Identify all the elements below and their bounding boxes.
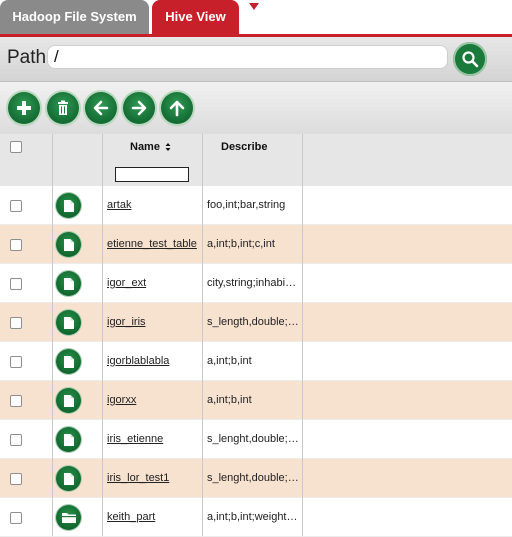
file-icon <box>63 316 74 329</box>
table-row[interactable]: artak foo,int;bar,string <box>0 186 512 225</box>
table-describe: a,int;b,int <box>207 394 252 406</box>
table-name-link[interactable]: igorblablabla <box>107 355 169 367</box>
forward-button[interactable] <box>123 92 155 124</box>
folder-icon <box>61 513 76 523</box>
file-button[interactable] <box>56 349 81 374</box>
row-checkbox[interactable] <box>10 473 22 485</box>
column-divider <box>52 134 53 536</box>
row-checkbox[interactable] <box>10 317 22 329</box>
file-icon <box>63 433 74 446</box>
column-header-describe: Describe <box>221 141 268 153</box>
file-button[interactable] <box>56 427 81 452</box>
table-describe: a,int;b,int <box>207 355 252 367</box>
file-icon <box>63 238 74 251</box>
folder-button[interactable] <box>56 505 81 530</box>
table-row[interactable]: igor_ext city,string;inhabitants,int <box>0 264 512 303</box>
row-checkbox[interactable] <box>10 356 22 368</box>
table-row[interactable]: etienne_test_table a,int;b,int;c,int <box>0 225 512 264</box>
file-icon <box>63 472 74 485</box>
back-button[interactable] <box>85 92 117 124</box>
row-checkbox[interactable] <box>10 395 22 407</box>
table-body: artak foo,int;bar,string etienne_test_tabl… <box>0 186 512 537</box>
path-label: Path <box>7 47 47 68</box>
table-row[interactable]: igorxx a,int;b,int <box>0 381 512 420</box>
table-row[interactable]: igor_iris s_length,double;s_width,double <box>0 303 512 342</box>
file-button[interactable] <box>56 271 81 296</box>
table-row[interactable]: igorblablabla a,int;b,int <box>0 342 512 381</box>
tab-hive-view[interactable]: Hive View <box>152 0 239 34</box>
tab-hadoop-file-system[interactable]: Hadoop File System <box>0 0 149 34</box>
toolbar <box>0 82 512 134</box>
table-name-link[interactable]: iris_etienne <box>107 433 163 445</box>
file-icon <box>63 394 74 407</box>
file-button[interactable] <box>56 310 81 335</box>
sort-icon[interactable] <box>165 142 171 152</box>
column-divider <box>202 134 203 536</box>
table-name-link[interactable]: artak <box>107 199 131 211</box>
delete-button[interactable] <box>47 92 79 124</box>
path-bar: Path <box>0 37 512 82</box>
name-filter-input[interactable] <box>115 167 189 182</box>
table-name-link[interactable]: igorxx <box>107 394 136 406</box>
file-button[interactable] <box>56 388 81 413</box>
search-button[interactable] <box>453 42 487 76</box>
table-name-link[interactable]: keith_part <box>107 511 155 523</box>
path-input[interactable] <box>47 45 448 69</box>
file-button[interactable] <box>56 232 81 257</box>
back-arrow-icon <box>93 100 109 116</box>
tab-dropdown-arrow-icon[interactable] <box>249 3 259 10</box>
file-icon <box>63 199 74 212</box>
add-icon <box>17 101 31 115</box>
table-header: Name Describe <box>0 134 512 186</box>
table-describe: city,string;inhabitants,int <box>207 277 299 289</box>
up-arrow-icon <box>169 100 185 117</box>
table-describe: s_lenght,double;s_width,double <box>207 472 299 484</box>
table: Name Describe artak foo,int;bar,string eti… <box>0 134 512 537</box>
table-describe: s_length,double;s_width,double <box>207 316 299 328</box>
file-icon <box>63 355 74 368</box>
forward-arrow-icon <box>131 100 147 116</box>
add-button[interactable] <box>8 92 40 124</box>
column-header-name[interactable]: Name <box>130 141 160 153</box>
table-name-link[interactable]: etienne_test_table <box>107 238 197 250</box>
table-row[interactable]: iris_lor_test1 s_lenght,double;s_width,do… <box>0 459 512 498</box>
search-icon <box>462 51 479 68</box>
row-checkbox[interactable] <box>10 512 22 524</box>
tab-bar: Hadoop File System Hive View <box>0 0 512 34</box>
table-name-link[interactable]: iris_lor_test1 <box>107 472 169 484</box>
select-all-checkbox[interactable] <box>10 141 22 153</box>
table-name-link[interactable]: igor_iris <box>107 316 146 328</box>
file-button[interactable] <box>56 466 81 491</box>
table-row[interactable]: iris_etienne s_lenght,double;s_width,doub… <box>0 420 512 459</box>
file-icon <box>63 277 74 290</box>
table-describe: a,int;b,int;c,int <box>207 238 275 250</box>
row-checkbox[interactable] <box>10 200 22 212</box>
table-name-link[interactable]: igor_ext <box>107 277 146 289</box>
row-checkbox[interactable] <box>10 434 22 446</box>
table-row[interactable]: keith_part a,int;b,int;weight,double <box>0 498 512 537</box>
up-button[interactable] <box>161 92 193 124</box>
row-checkbox[interactable] <box>10 239 22 251</box>
table-describe: a,int;b,int;weight,double <box>207 511 299 523</box>
row-checkbox[interactable] <box>10 278 22 290</box>
trash-icon <box>58 100 68 115</box>
column-divider <box>302 134 303 536</box>
table-describe: s_lenght,double;s_width,double <box>207 433 299 445</box>
table-describe: foo,int;bar,string <box>207 199 286 211</box>
column-divider <box>102 134 103 536</box>
file-button[interactable] <box>56 193 81 218</box>
